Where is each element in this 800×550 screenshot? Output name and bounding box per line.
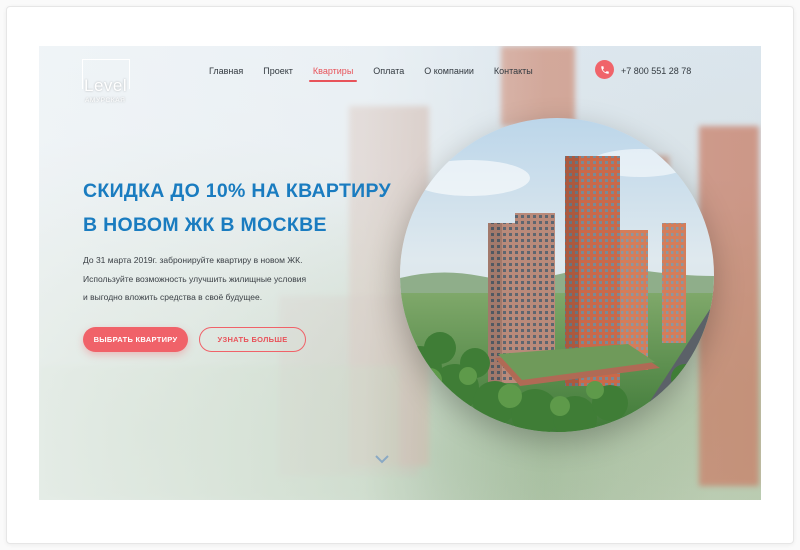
headline-line-1: СКИДКА ДО 10% НА КВАРТИРУ [83, 180, 391, 202]
hero-description: До 31 марта 2019г. забронируйте квартиру… [83, 251, 383, 307]
choose-apartment-button[interactable]: ВЫБРАТЬ КВАРТИРУ [83, 327, 188, 352]
render-tower-far-right [662, 223, 686, 343]
logo-word: Level [84, 76, 128, 95]
nav-item-contacts[interactable]: Контакты [494, 66, 533, 80]
phone-number[interactable]: +7 800 551 28 78 [621, 66, 691, 76]
logo-subtitle: АМУРСКАЯ [85, 97, 126, 104]
nav-item-payment[interactable]: Оплата [373, 66, 404, 80]
hero-headline: СКИДКА ДО 10% НА КВАРТИРУ В НОВОМ ЖК В М… [83, 174, 403, 242]
scroll-down-button[interactable] [374, 452, 390, 464]
phone-icon [600, 65, 609, 74]
hero-section: Level АМУРСКАЯ Главная Проект Квартиры О… [39, 46, 761, 500]
building-render-image [400, 118, 714, 432]
nav-item-project[interactable]: Проект [263, 66, 293, 80]
nav-item-apartments[interactable]: Квартиры [308, 66, 358, 82]
screenshot-frame: Level АМУРСКАЯ Главная Проект Квартиры О… [0, 0, 800, 550]
nav-item-about[interactable]: О компании [424, 66, 474, 80]
learn-more-button[interactable]: УЗНАТЬ БОЛЬШЕ [199, 327, 306, 352]
chevron-down-icon [375, 455, 389, 464]
phone-button[interactable] [595, 60, 614, 79]
desc-line-1: До 31 марта 2019г. забронируйте квартиру… [83, 255, 303, 265]
nav-item-home[interactable]: Главная [209, 66, 243, 80]
render-illustration [400, 118, 714, 432]
main-nav: Главная Проект Квартиры Оплата О компани… [209, 66, 553, 82]
desc-line-3: и выгодно вложить средства в своё будуще… [83, 292, 263, 302]
logo[interactable]: Level АМУРСКАЯ [82, 59, 130, 109]
headline-line-2: В НОВОМ ЖК В МОСКВЕ [83, 214, 327, 236]
desc-line-2: Используйте возможность улучшить жилищны… [83, 273, 307, 284]
